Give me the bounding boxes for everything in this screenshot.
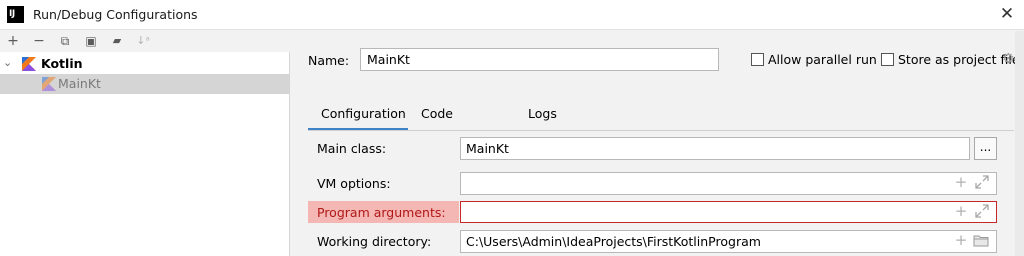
gear-icon[interactable]: ⚙ (1002, 52, 1016, 66)
tree-item-label: MainKt (58, 76, 101, 91)
configurations-tree: ⌄ Kotlin MainKt (0, 54, 290, 94)
name-label: Name: (308, 53, 350, 68)
configurations-panel: + − ⧉ ▣ ▰ ↓ᵃ ⌄ Kotlin MainKt (0, 31, 290, 256)
name-field[interactable] (360, 48, 719, 71)
sort-alpha-icon[interactable]: ↓ᵃ (136, 34, 150, 47)
program-arguments-field[interactable] (460, 201, 997, 223)
plus-icon[interactable]: + (954, 175, 968, 190)
allow-parallel-run-checkbox[interactable] (751, 53, 764, 66)
expand-icon[interactable] (975, 204, 989, 218)
tree-group-label: Kotlin (41, 56, 83, 71)
main-class-label: Main class: (317, 141, 387, 156)
vm-options-row: VM options: + (308, 172, 1014, 196)
sort-button[interactable]: ↓ᵃ (134, 32, 152, 50)
working-directory-field[interactable] (460, 230, 997, 253)
window-title: Run/Debug Configurations (33, 7, 198, 22)
program-arguments-label: Program arguments: (317, 205, 446, 220)
remove-configuration-button[interactable]: − (30, 32, 48, 50)
save-icon[interactable]: ▣ (85, 34, 96, 48)
browse-main-class-button[interactable]: ... (974, 137, 997, 160)
close-icon[interactable]: ✕ (1000, 4, 1014, 24)
allow-parallel-run-label[interactable]: Allow parallel run (768, 52, 877, 67)
configuration-editor: Name: Allow parallel run Store as projec… (291, 31, 1024, 256)
main-class-row: Main class: ... (308, 137, 1014, 161)
copy-configuration-button[interactable]: ⧉ (56, 32, 74, 50)
title-bar: IJ Run/Debug Configurations ✕ (0, 0, 1024, 30)
plus-icon[interactable]: + (954, 204, 968, 219)
configurations-toolbar: + − ⧉ ▣ ▰ ↓ᵃ (0, 31, 290, 52)
expand-icon[interactable] (975, 175, 989, 189)
minus-icon[interactable]: − (33, 33, 45, 49)
working-directory-row: Working directory: + (308, 230, 1014, 254)
kotlin-icon (22, 57, 36, 71)
vm-options-field[interactable] (460, 172, 997, 195)
configuration-form: Main class: ... VM options: + Program ar… (308, 131, 1014, 256)
add-configuration-button[interactable]: + (4, 32, 22, 50)
main-class-field[interactable] (460, 137, 970, 160)
plus-icon[interactable]: + (7, 33, 19, 49)
folder-icon[interactable] (973, 234, 989, 247)
tree-item-mainkt[interactable]: MainKt (0, 74, 290, 94)
vertical-scrollbar[interactable] (1015, 31, 1024, 256)
vm-options-label: VM options: (317, 176, 391, 191)
intellij-app-icon: IJ (7, 6, 24, 23)
kotlin-icon (42, 77, 56, 91)
tab-logs[interactable]: Logs (528, 101, 557, 131)
folder-add-icon[interactable]: ▰ (113, 34, 121, 47)
save-configuration-button[interactable]: ▣ (82, 32, 100, 50)
chevron-down-icon[interactable]: ⌄ (3, 57, 15, 69)
working-directory-label: Working directory: (317, 234, 432, 249)
tree-group-kotlin[interactable]: ⌄ Kotlin (0, 54, 290, 74)
close-button[interactable]: ✕ (998, 5, 1016, 23)
tab-code-coverage[interactable]: Code Coverage (421, 101, 481, 146)
copy-icon[interactable]: ⧉ (61, 34, 70, 48)
plus-icon[interactable]: + (954, 233, 968, 248)
new-folder-button[interactable]: ▰ (108, 32, 126, 50)
program-arguments-row: Program arguments: + (308, 201, 1014, 225)
store-as-project-file-checkbox[interactable] (881, 53, 894, 66)
tab-configuration[interactable]: Configuration (308, 101, 408, 131)
